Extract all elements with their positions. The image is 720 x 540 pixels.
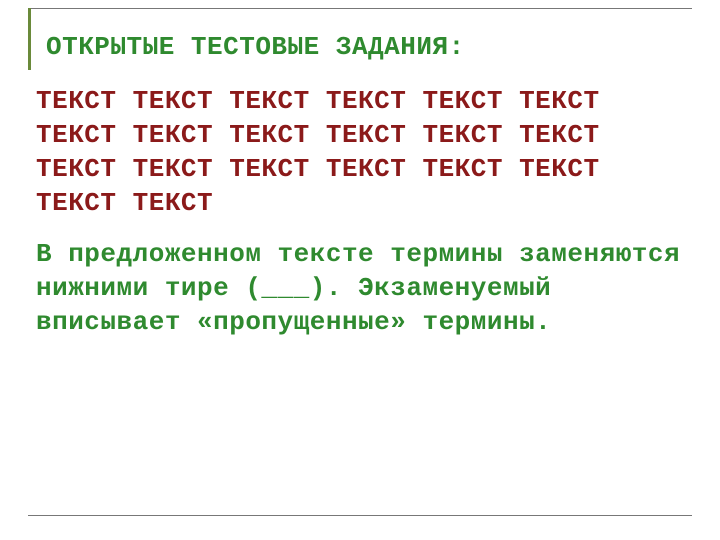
bottom-divider xyxy=(28,515,692,516)
instruction-text: В предложенном тексте термины заменяются… xyxy=(36,238,684,339)
slide: ОТКРЫТЫЕ ТЕСТОВЫЕ ЗАДАНИЯ: ТЕКСТ ТЕКСТ Т… xyxy=(0,0,720,540)
top-divider xyxy=(28,8,692,9)
heading: ОТКРЫТЫЕ ТЕСТОВЫЕ ЗАДАНИЯ: xyxy=(46,32,684,63)
sample-text: ТЕКСТ ТЕКСТ ТЕКСТ ТЕКСТ ТЕКСТ ТЕКСТ ТЕКС… xyxy=(36,85,684,220)
heading-accent-bar xyxy=(28,8,31,70)
